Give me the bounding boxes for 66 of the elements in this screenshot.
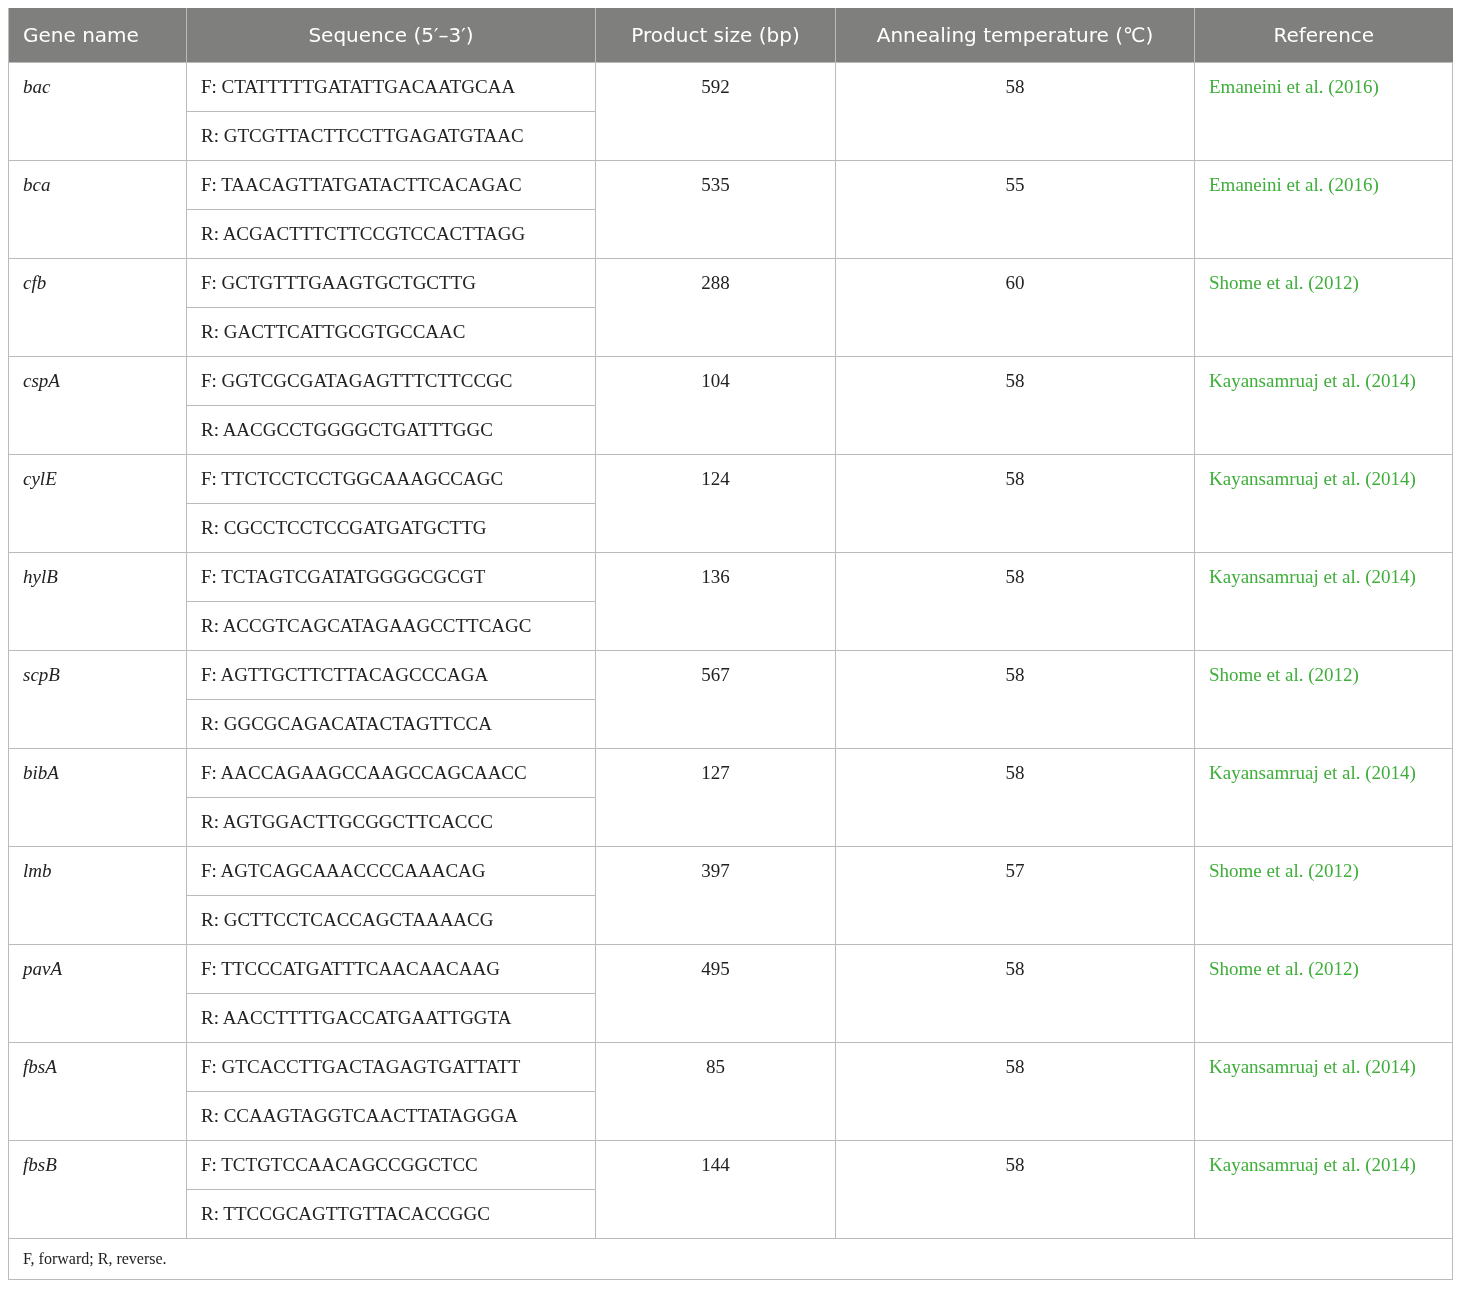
sequence-cell: F: TCTGTCCAACAGCCGGCTCC [186, 1140, 596, 1190]
sequence-cell: F: TTCCCATGATTTCAACAACAAG [186, 944, 596, 994]
reference-link[interactable]: Kayansamruaj et al. (2014) [1209, 370, 1416, 391]
reference-link[interactable]: Emaneini et al. (2016) [1209, 76, 1379, 97]
annealing-temperature-cell: 58 [835, 650, 1195, 749]
gene-name-cell: cspA [8, 356, 187, 455]
product-size-cell: 104 [595, 356, 836, 455]
product-size-cell: 288 [595, 258, 836, 357]
annealing-temperature-cell: 58 [835, 1140, 1195, 1239]
gene-name-cell: bca [8, 160, 187, 259]
annealing-temperature-cell: 58 [835, 356, 1195, 455]
column-header: Reference [1194, 8, 1453, 63]
reference-link[interactable]: Kayansamruaj et al. (2014) [1209, 566, 1416, 587]
annealing-temperature-cell: 60 [835, 258, 1195, 357]
reference-link[interactable]: Kayansamruaj et al. (2014) [1209, 762, 1416, 783]
sequence-cell: F: GCTGTTTGAAGTGCTGCTTG [186, 258, 596, 308]
gene-name-cell: cfb [8, 258, 187, 357]
sequence-cell: F: TCTAGTCGATATGGGGCGCGT [186, 552, 596, 602]
product-size-cell: 397 [595, 846, 836, 945]
product-size-cell: 495 [595, 944, 836, 1043]
product-size-cell: 124 [595, 454, 836, 553]
gene-name-cell: fbsB [8, 1140, 187, 1239]
gene-name-cell: lmb [8, 846, 187, 945]
sequence-cell: F: CTATTTTTGATATTGACAATGCAA [186, 62, 596, 112]
product-size-cell: 535 [595, 160, 836, 259]
reference-link[interactable]: Shome et al. (2012) [1209, 958, 1359, 979]
sequence-cell: F: GGTCGCGATAGAGTTTCTTCCGC [186, 356, 596, 406]
product-size-cell: 567 [595, 650, 836, 749]
reference-link[interactable]: Shome et al. (2012) [1209, 664, 1359, 685]
sequence-cell: F: AGTTGCTTCTTACAGCCCAGA [186, 650, 596, 700]
gene-name-cell: cylE [8, 454, 187, 553]
sequence-cell: F: AGTCAGCAAACCCCAAACAG [186, 846, 596, 896]
table-footnote: F, forward; R, reverse. [8, 1238, 1453, 1280]
annealing-temperature-cell: 58 [835, 748, 1195, 847]
column-header: Gene name [8, 8, 187, 63]
sequence-cell: F: GTCACCTTGACTAGAGTGATTATT [186, 1042, 596, 1092]
reference-link[interactable]: Emaneini et al. (2016) [1209, 174, 1379, 195]
product-size-cell: 136 [595, 552, 836, 651]
gene-name-cell: bibA [8, 748, 187, 847]
column-header: Sequence (5′–3′) [186, 8, 596, 63]
annealing-temperature-cell: 57 [835, 846, 1195, 945]
reference-link[interactable]: Shome et al. (2012) [1209, 272, 1359, 293]
annealing-temperature-cell: 58 [835, 62, 1195, 161]
annealing-temperature-cell: 58 [835, 552, 1195, 651]
annealing-temperature-cell: 55 [835, 160, 1195, 259]
sequence-cell: F: AACCAGAAGCCAAGCCAGCAACC [186, 748, 596, 798]
product-size-cell: 592 [595, 62, 836, 161]
reference-link[interactable]: Shome et al. (2012) [1209, 860, 1359, 881]
gene-name-cell: hylB [8, 552, 187, 651]
gene-name-cell: pavA [8, 944, 187, 1043]
reference-link[interactable]: Kayansamruaj et al. (2014) [1209, 1056, 1416, 1077]
column-header: Annealing temperature (℃) [835, 8, 1195, 63]
gene-name-cell: bac [8, 62, 187, 161]
product-size-cell: 144 [595, 1140, 836, 1239]
product-size-cell: 85 [595, 1042, 836, 1141]
annealing-temperature-cell: 58 [835, 1042, 1195, 1141]
gene-name-cell: fbsA [8, 1042, 187, 1141]
annealing-temperature-cell: 58 [835, 944, 1195, 1043]
reference-link[interactable]: Kayansamruaj et al. (2014) [1209, 468, 1416, 489]
sequence-cell: F: TAACAGTTATGATACTTCACAGAC [186, 160, 596, 210]
sequence-cell: F: TTCTCCTCCTGGCAAAGCCAGC [186, 454, 596, 504]
annealing-temperature-cell: 58 [835, 454, 1195, 553]
gene-name-cell: scpB [8, 650, 187, 749]
product-size-cell: 127 [595, 748, 836, 847]
reference-link[interactable]: Kayansamruaj et al. (2014) [1209, 1154, 1416, 1175]
column-header: Product size (bp) [595, 8, 836, 63]
